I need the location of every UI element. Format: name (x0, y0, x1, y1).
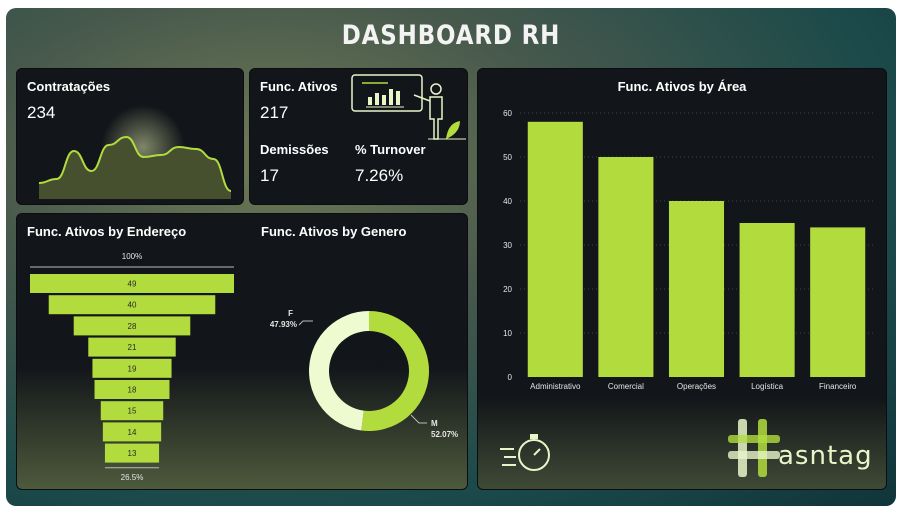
funnel-bar-label: 28 (128, 322, 137, 331)
bar-x-tick: Operações (677, 382, 716, 391)
donut-label-F: F (288, 309, 293, 318)
bar-x-tick: Logística (751, 382, 784, 391)
donut-slice-F[interactable] (309, 311, 369, 431)
logo-text: asntag (778, 441, 873, 471)
donut-slice-M[interactable] (361, 311, 429, 431)
page-title: DASHBOARD RH (341, 20, 561, 51)
funnel-bar-label: 18 (128, 386, 137, 395)
bar-y-tick: 20 (503, 285, 512, 294)
funnel-bar-label: 21 (128, 343, 137, 352)
funnel-bar-label: 14 (128, 428, 137, 437)
bar-y-tick: 30 (503, 241, 512, 250)
presentation-icon (351, 74, 466, 140)
funnel-bar-label: 19 (128, 364, 137, 373)
donut-percent-M: 52.07% (431, 430, 458, 439)
bar-y-tick: 10 (503, 329, 512, 338)
card-endereco-genero[interactable]: Func. Ativos by Endereço Func. Ativos by… (16, 213, 468, 490)
bar-x-tick: Financeiro (819, 382, 857, 391)
ativos-value: 217 (260, 103, 289, 122)
turnover-value: 7.26% (355, 166, 404, 185)
bar-x-tick: Comercial (608, 382, 644, 391)
donut-label-M: M (431, 419, 438, 428)
funnel-top-label: 100% (122, 252, 142, 261)
card-contratacoes[interactable]: Contratações 234 (16, 68, 244, 205)
turnover-label: % Turnover (355, 142, 426, 157)
funnel-chart[interactable]: 100% 49 40 28 21 19 18 15 14 13 26.5% (17, 244, 247, 484)
ativos-label: Func. Ativos (260, 79, 338, 94)
contratacoes-sparkline (38, 105, 232, 199)
funnel-bar-label: 13 (128, 449, 137, 458)
donut-title: Func. Ativos by Genero (261, 224, 407, 239)
bar-1[interactable] (598, 157, 654, 377)
bar-y-tick: 50 (503, 153, 512, 162)
donut-leader-F (298, 320, 313, 326)
bar-y-tick: 60 (503, 109, 512, 118)
bar-4[interactable] (810, 227, 866, 377)
funnel-bar-label: 40 (128, 301, 137, 310)
funnel-bottom-label: 26.5% (121, 473, 144, 482)
bar-chart-title: Func. Ativos by Área (617, 79, 747, 94)
card-area[interactable]: Func. Ativos by Área 0 10 20 30 40 50 60 Admini… (477, 68, 887, 490)
dashboard-frame: DASHBOARD RH Contratações 234 Func. Ativ… (6, 8, 896, 506)
funnel-title: Func. Ativos by Endereço (27, 224, 187, 239)
bar-y-tick: 0 (508, 373, 513, 382)
funnel-bar-label: 15 (128, 407, 137, 416)
bar-0[interactable] (527, 121, 583, 377)
demissoes-value: 17 (260, 166, 279, 185)
card-func-ativos[interactable]: Func. Ativos 217 Demissões 17 % Turnover… (249, 68, 468, 205)
bar-3[interactable] (739, 223, 795, 377)
donut-chart[interactable]: F 47.93% M 52.07% (257, 244, 467, 484)
donut-leader-M (410, 414, 427, 424)
funnel-bar-label: 49 (128, 280, 137, 289)
bar-2[interactable] (668, 201, 725, 377)
bar-chart[interactable]: 0 10 20 30 40 50 60 Administrativo Comercial Oper… (478, 97, 888, 417)
demissoes-label: Demissões (260, 142, 329, 157)
stopwatch-icon (500, 434, 550, 471)
donut-percent-F: 47.93% (270, 320, 297, 329)
bar-x-tick: Administrativo (530, 382, 581, 391)
bar-y-tick: 40 (503, 197, 512, 206)
